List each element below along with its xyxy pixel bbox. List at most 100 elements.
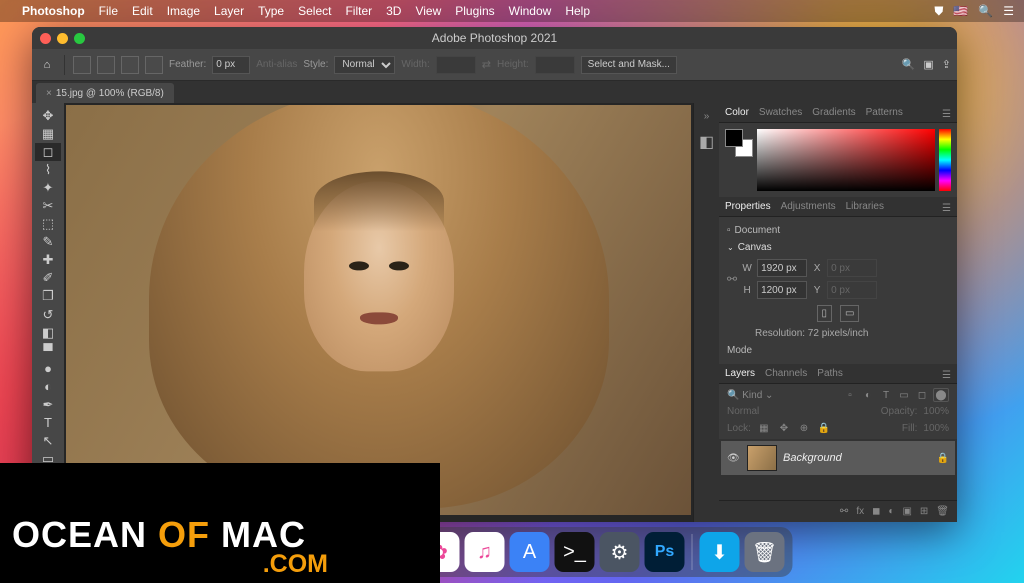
filter-smart-icon[interactable]: ◻ — [915, 388, 929, 402]
dock-settings[interactable]: ⚙ — [600, 532, 640, 572]
menu-select[interactable]: Select — [298, 4, 331, 18]
layer-name-label[interactable]: Background — [783, 452, 931, 464]
canvas-area[interactable] — [64, 103, 693, 522]
fg-bg-swatch[interactable] — [725, 129, 753, 157]
layer-thumbnail[interactable] — [747, 445, 777, 471]
tab-patterns[interactable]: Patterns — [866, 107, 903, 122]
canvas-image[interactable] — [66, 105, 691, 515]
status-shield-icon[interactable]: ⛊ — [934, 4, 943, 19]
move-tool[interactable]: ✥ — [35, 107, 61, 125]
menu-image[interactable]: Image — [167, 4, 200, 18]
collapsed-panel-icon[interactable]: ◧ — [699, 126, 714, 158]
artboard-tool[interactable]: ▦ — [35, 125, 61, 143]
new-layer-icon[interactable]: ⊞ — [920, 506, 928, 517]
eyedropper-tool[interactable]: ✎ — [35, 233, 61, 251]
tab-adjustments[interactable]: Adjustments — [781, 201, 836, 216]
expand-panels-icon[interactable]: » — [700, 107, 714, 126]
menu-view[interactable]: View — [415, 4, 441, 18]
menu-help[interactable]: Help — [565, 4, 590, 18]
lock-all-icon[interactable]: 🔒 — [817, 421, 831, 435]
search-icon[interactable]: 🔍 — [902, 58, 916, 71]
workspace-icon[interactable]: ▣ — [923, 58, 933, 71]
layer-row[interactable]: 👁 Background 🔒 — [721, 441, 955, 475]
select-and-mask-button[interactable]: Select and Mask... — [581, 56, 677, 74]
tab-gradients[interactable]: Gradients — [812, 107, 855, 122]
color-panel-menu-icon[interactable]: ☰ — [942, 109, 951, 120]
kind-filter-label[interactable]: 🔍 Kind ⌄ — [727, 390, 773, 401]
hue-slider[interactable] — [939, 129, 951, 191]
menu-filter[interactable]: Filter — [345, 4, 372, 18]
canvas-width-input[interactable] — [757, 259, 807, 277]
layer-visibility-icon[interactable]: 👁 — [727, 453, 741, 464]
filter-type-icon[interactable]: T — [879, 388, 893, 402]
tab-close-icon[interactable]: × — [46, 88, 52, 99]
selection-new-icon[interactable] — [73, 56, 91, 74]
menu-plugins[interactable]: Plugins — [455, 4, 494, 18]
blur-tool[interactable]: ● — [35, 360, 61, 378]
adjustment-layer-icon[interactable]: ◐ — [888, 506, 894, 517]
link-wh-icon[interactable]: ⚯ — [727, 272, 737, 286]
gradient-tool[interactable]: ▀ — [35, 342, 61, 360]
pen-tool[interactable]: ✒ — [35, 396, 61, 414]
type-tool[interactable]: T — [35, 414, 61, 432]
stamp-tool[interactable]: ❐ — [35, 287, 61, 305]
layer-lock-icon[interactable]: 🔒 — [937, 453, 949, 464]
menu-edit[interactable]: Edit — [132, 4, 153, 18]
filter-adjust-icon[interactable]: ◐ — [861, 388, 875, 402]
orientation-landscape-icon[interactable]: ▭ — [840, 305, 859, 322]
dock-trash[interactable]: 🗑 — [745, 532, 785, 572]
path-tool[interactable]: ↖ — [35, 432, 61, 450]
frame-tool[interactable]: ⬚ — [35, 215, 61, 233]
canvas-section-caret[interactable]: ⌄ — [727, 243, 734, 252]
orientation-portrait-icon[interactable]: ▯ — [817, 305, 833, 322]
dock-photoshop[interactable]: Ps — [645, 532, 685, 572]
delete-layer-icon[interactable]: 🗑 — [936, 506, 949, 517]
menu-type[interactable]: Type — [258, 4, 284, 18]
menu-file[interactable]: File — [99, 4, 118, 18]
status-search-icon[interactable]: 🔍 — [978, 4, 993, 18]
feather-input[interactable] — [212, 56, 250, 74]
zoom-button[interactable] — [74, 33, 85, 44]
fg-color-swatch[interactable] — [725, 129, 743, 147]
marquee-tool[interactable]: ◻ — [35, 143, 61, 161]
filter-pixel-icon[interactable]: ▫ — [843, 388, 857, 402]
filter-shape-icon[interactable]: ▭ — [897, 388, 911, 402]
tab-layers[interactable]: Layers — [725, 368, 755, 383]
link-layers-icon[interactable]: ⚯ — [840, 506, 848, 517]
share-icon[interactable]: ⇪ — [942, 58, 951, 71]
canvas-height-input[interactable] — [757, 281, 807, 299]
tab-color[interactable]: Color — [725, 107, 749, 122]
lock-artboard-icon[interactable]: ⊕ — [797, 421, 811, 435]
dodge-tool[interactable]: ◐ — [35, 378, 61, 396]
tab-libraries[interactable]: Libraries — [846, 201, 884, 216]
dock-terminal[interactable]: >_ — [555, 532, 595, 572]
style-select[interactable]: Normal — [334, 56, 395, 74]
tab-channels[interactable]: Channels — [765, 368, 807, 383]
color-field[interactable] — [757, 129, 935, 191]
selection-intersect-icon[interactable] — [145, 56, 163, 74]
layer-mask-icon[interactable]: ◼ — [872, 506, 880, 517]
tab-swatches[interactable]: Swatches — [759, 107, 802, 122]
group-icon[interactable]: ▣ — [902, 506, 911, 517]
brush-tool[interactable]: ✐ — [35, 269, 61, 287]
window-titlebar[interactable]: Adobe Photoshop 2021 — [32, 27, 957, 49]
minimize-button[interactable] — [57, 33, 68, 44]
layers-panel-menu-icon[interactable]: ☰ — [942, 370, 951, 381]
quick-select-tool[interactable]: ✦ — [35, 179, 61, 197]
tab-paths[interactable]: Paths — [817, 368, 843, 383]
lasso-tool[interactable]: ⌇ — [35, 161, 61, 179]
properties-panel-menu-icon[interactable]: ☰ — [942, 203, 951, 214]
selection-subtract-icon[interactable] — [121, 56, 139, 74]
home-icon[interactable]: ⌂ — [38, 56, 56, 74]
menu-window[interactable]: Window — [509, 4, 552, 18]
menu-layer[interactable]: Layer — [214, 4, 244, 18]
healing-tool[interactable]: ✚ — [35, 251, 61, 269]
status-flag[interactable]: 🇺🇸 — [953, 4, 968, 18]
close-button[interactable] — [40, 33, 51, 44]
history-brush-tool[interactable]: ↺ — [35, 306, 61, 324]
crop-tool[interactable]: ✂ — [35, 197, 61, 215]
selection-add-icon[interactable] — [97, 56, 115, 74]
app-name[interactable]: Photoshop — [22, 4, 85, 18]
document-tab[interactable]: × 15.jpg @ 100% (RGB/8) — [36, 83, 174, 103]
eraser-tool[interactable]: ◧ — [35, 324, 61, 342]
